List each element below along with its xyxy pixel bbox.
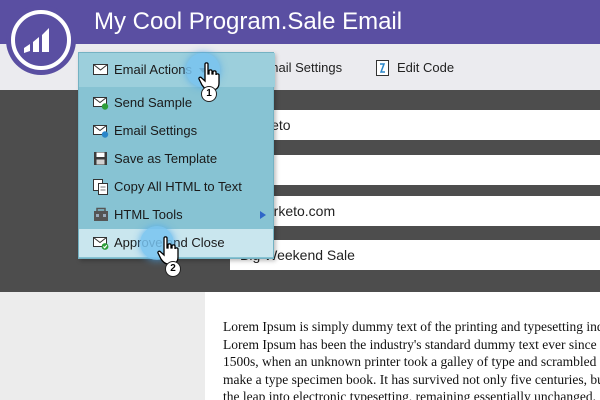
menu-item-label: Save as Template [114,151,218,166]
body-line: 1500s, when an unknown printer took a ga… [223,354,600,369]
edit-code-button[interactable]: Edit Code [376,59,454,77]
email-actions-menu: Email Actions Send Sample Email Settings… [78,52,275,259]
html-tools-icon [94,207,108,221]
approve-icon [93,237,109,250]
body-line: the leap into electronic typesetting, re… [223,389,597,400]
menu-item-copy-html[interactable]: Copy All HTML to Text [79,173,273,201]
marketo-logo[interactable] [6,5,76,75]
menu-item-send-sample[interactable]: Send Sample [79,89,273,117]
body-line: Lorem Ipsum is simply dummy text of the … [223,319,600,334]
menu-item-label: Email Settings [114,123,198,138]
email-body[interactable]: Lorem Ipsum is simply dummy text of the … [223,318,600,400]
copy-icon [93,179,108,195]
menu-item-html-tools[interactable]: HTML Tools [79,201,273,229]
step-badge: 2 [165,261,181,277]
menu-item-save-as-template[interactable]: Save as Template [79,145,273,173]
send-sample-icon [93,97,109,110]
edit-code-icon [376,60,389,76]
body-line: Lorem Ipsum has been the industry's stan… [223,336,600,352]
reply-to-field[interactable]: @marketo.com [230,196,600,226]
step-badge: 1 [201,86,217,102]
left-panel [0,292,205,400]
menu-item-email-settings[interactable]: Email Settings [79,117,273,145]
email-actions-label: Email Actions [114,62,193,77]
logo-ring [11,10,71,70]
menu-item-label: HTML Tools [114,207,183,222]
email-settings-icon [93,125,109,138]
body-line: make a type specimen book. It has surviv… [223,371,600,387]
submenu-arrow-icon [260,211,266,219]
edit-code-label: Edit Code [397,60,455,75]
envelope-icon [93,64,108,75]
app-header: My Cool Program.Sale Email [0,0,600,44]
email-actions-button[interactable]: Email Actions [79,53,275,87]
from-email-field[interactable] [230,155,600,185]
menu-item-label: Copy All HTML to Text [114,179,242,194]
save-icon [94,152,107,165]
page-title: My Cool Program.Sale Email [94,8,403,35]
bar-chart-logo-icon [24,28,49,53]
from-name-field[interactable]: Marketo [230,110,600,140]
subject-field[interactable]: Big Weekend Sale [230,240,600,270]
menu-item-label: Send Sample [114,95,193,110]
